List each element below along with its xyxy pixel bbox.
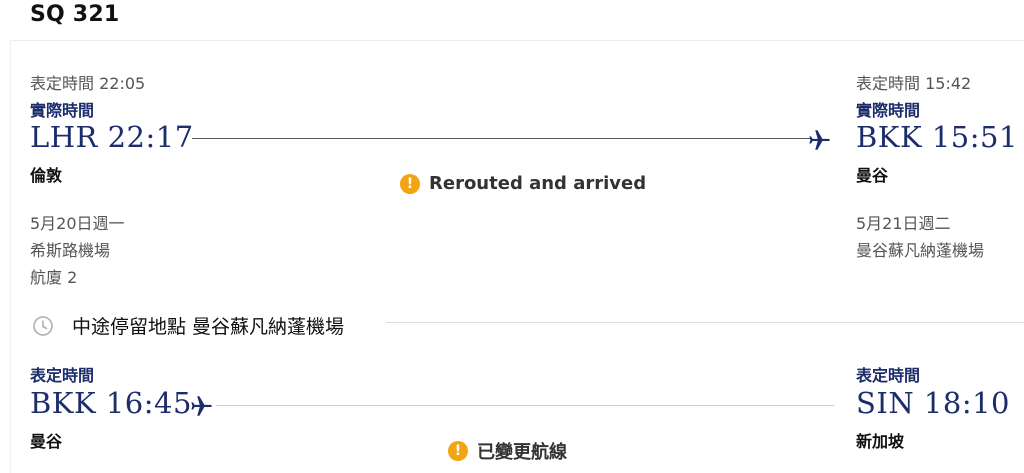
plane-icon [188, 392, 216, 418]
stopover-text: 中途停留地點 曼谷蘇凡納蓬機場 [72, 316, 345, 338]
destination-date: 5月21日週二 [856, 214, 951, 233]
origin-airport: 希斯路機場 [30, 241, 111, 260]
flight-number: SQ 321 [30, 2, 120, 27]
origin-code-time: LHR 22:17 [30, 120, 194, 154]
header-divider [10, 40, 1024, 41]
segment2-origin-city: 曼谷 [30, 432, 63, 451]
plane-icon [806, 126, 834, 152]
flight-status-text: Rerouted and arrived [429, 173, 647, 194]
destination-airport: 曼谷蘇凡納蓬機場 [856, 241, 985, 260]
origin-date: 5月20日週一 [30, 214, 125, 233]
destination-scheduled-time: 表定時間 15:42 [856, 74, 972, 93]
segment2-status-text: 已變更航線 [477, 442, 567, 463]
segment2-destination-city: 新加坡 [856, 432, 905, 451]
segment2-origin-code-time: BKK 16:45 [30, 386, 192, 420]
card-left-border [10, 40, 11, 473]
route-line [192, 138, 810, 139]
destination-actual-label: 實際時間 [856, 101, 921, 120]
flight-status: ! Rerouted and arrived [400, 173, 646, 194]
warning-icon: ! [448, 441, 468, 461]
stopover-divider [386, 322, 1024, 323]
origin-actual-label: 實際時間 [30, 101, 95, 120]
stopover-row: 中途停留地點 曼谷蘇凡納蓬機場 [32, 312, 344, 339]
origin-city: 倫敦 [30, 166, 63, 185]
clock-icon [32, 315, 54, 337]
destination-code-time: BKK 15:51 [856, 120, 1018, 154]
segment2-origin-scheduled-label: 表定時間 [30, 366, 95, 385]
segment2-route-line [216, 405, 834, 406]
segment2-destination-scheduled-label: 表定時間 [856, 366, 921, 385]
segment2-destination-code-time: SIN 18:10 [856, 386, 1010, 420]
warning-icon: ! [400, 173, 420, 194]
destination-city: 曼谷 [856, 166, 889, 185]
origin-terminal: 航廈 2 [30, 268, 78, 287]
origin-scheduled-time: 表定時間 22:05 [30, 74, 146, 93]
segment2-status: ! 已變更航線 [448, 438, 567, 464]
